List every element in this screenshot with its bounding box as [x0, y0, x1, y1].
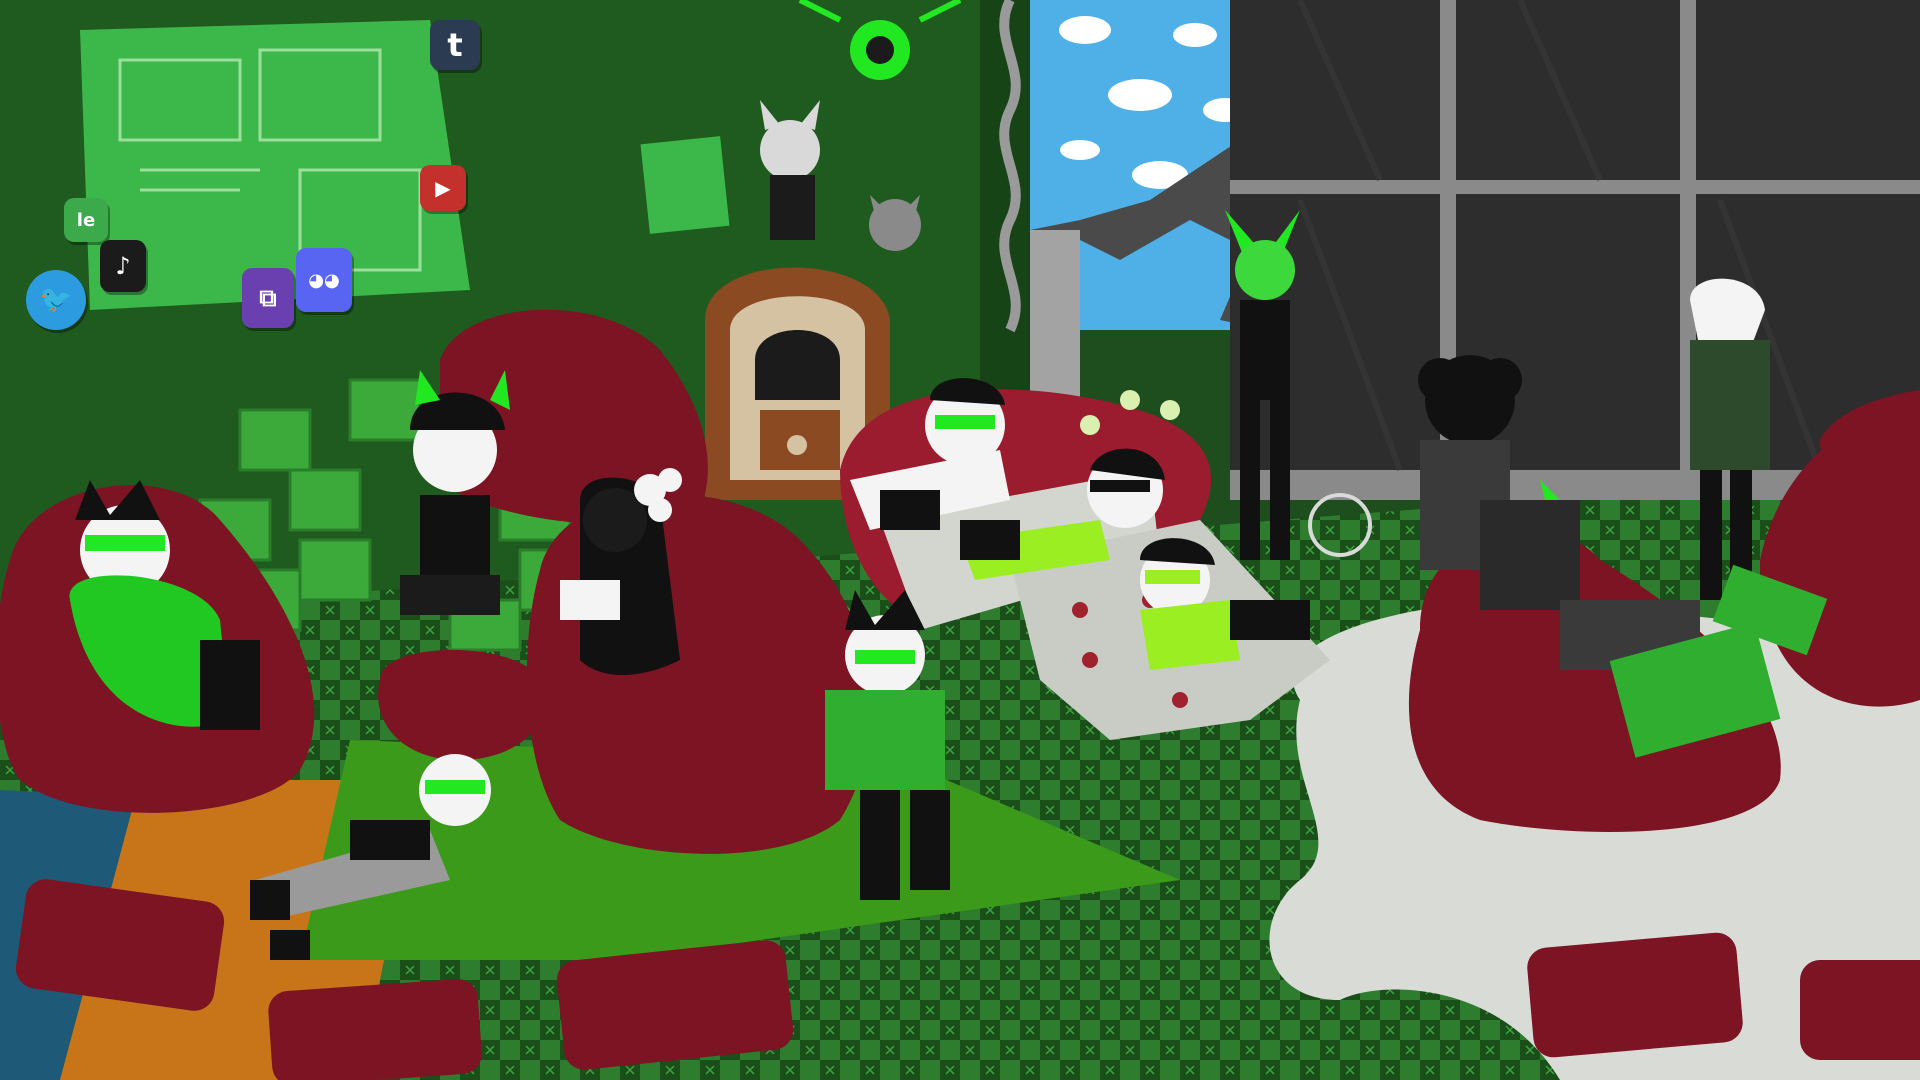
- room-scene: [0, 0, 1920, 1080]
- twitter-icon[interactable]: 🐦: [26, 270, 86, 330]
- youtube-icon[interactable]: ▶: [420, 165, 466, 211]
- tumblr-icon[interactable]: t: [430, 20, 480, 70]
- tiktok-icon[interactable]: ♪: [100, 240, 146, 292]
- twitch-icon[interactable]: ⧉: [242, 268, 294, 328]
- deviantart-icon[interactable]: le: [64, 198, 108, 242]
- wall-note: [640, 136, 730, 234]
- discord-icon[interactable]: ◕◕: [296, 248, 352, 312]
